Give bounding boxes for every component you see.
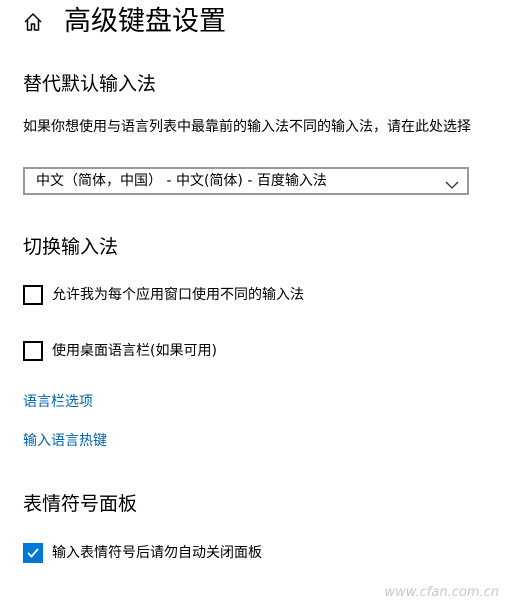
checkbox-per-app-input[interactable]: 允许我为每个应用窗口使用不同的输入法 — [23, 284, 304, 306]
checkbox-box-checked[interactable] — [23, 543, 43, 563]
home-icon[interactable] — [22, 11, 44, 33]
default-input-dropdown[interactable]: 中文（简体，中国） - 中文(简体) - 百度输入法 — [23, 167, 469, 195]
chevron-down-icon — [445, 175, 459, 189]
watermark: www.cfan.com.cn — [384, 585, 499, 600]
checkbox-desktop-language-bar[interactable]: 使用桌面语言栏(如果可用) — [23, 340, 217, 362]
input-language-hotkeys-link[interactable]: 输入语言热键 — [23, 431, 107, 451]
checkbox-box[interactable] — [23, 285, 43, 305]
checkbox-label: 输入表情符号后请勿自动关闭面板 — [52, 545, 262, 561]
checkbox-box[interactable] — [23, 341, 43, 361]
dropdown-selected-value: 中文（简体，中国） - 中文(简体) - 百度输入法 — [36, 173, 327, 189]
language-bar-options-link[interactable]: 语言栏选项 — [23, 392, 93, 412]
section-title-emoji-panel: 表情符号面板 — [23, 493, 138, 515]
section-title-default-input: 替代默认输入法 — [23, 73, 157, 95]
checkbox-label: 允许我为每个应用窗口使用不同的输入法 — [52, 287, 304, 303]
section-title-switch-input: 切换输入法 — [23, 236, 119, 258]
default-input-description: 如果你想使用与语言列表中最靠前的输入法不同的输入法，请在此处选择 — [23, 119, 471, 135]
checkmark-icon — [27, 548, 39, 558]
checkbox-label: 使用桌面语言栏(如果可用) — [52, 343, 217, 359]
page-title: 高级键盘设置 — [64, 6, 226, 37]
checkbox-keep-emoji-panel-open[interactable]: 输入表情符号后请勿自动关闭面板 — [23, 542, 262, 564]
